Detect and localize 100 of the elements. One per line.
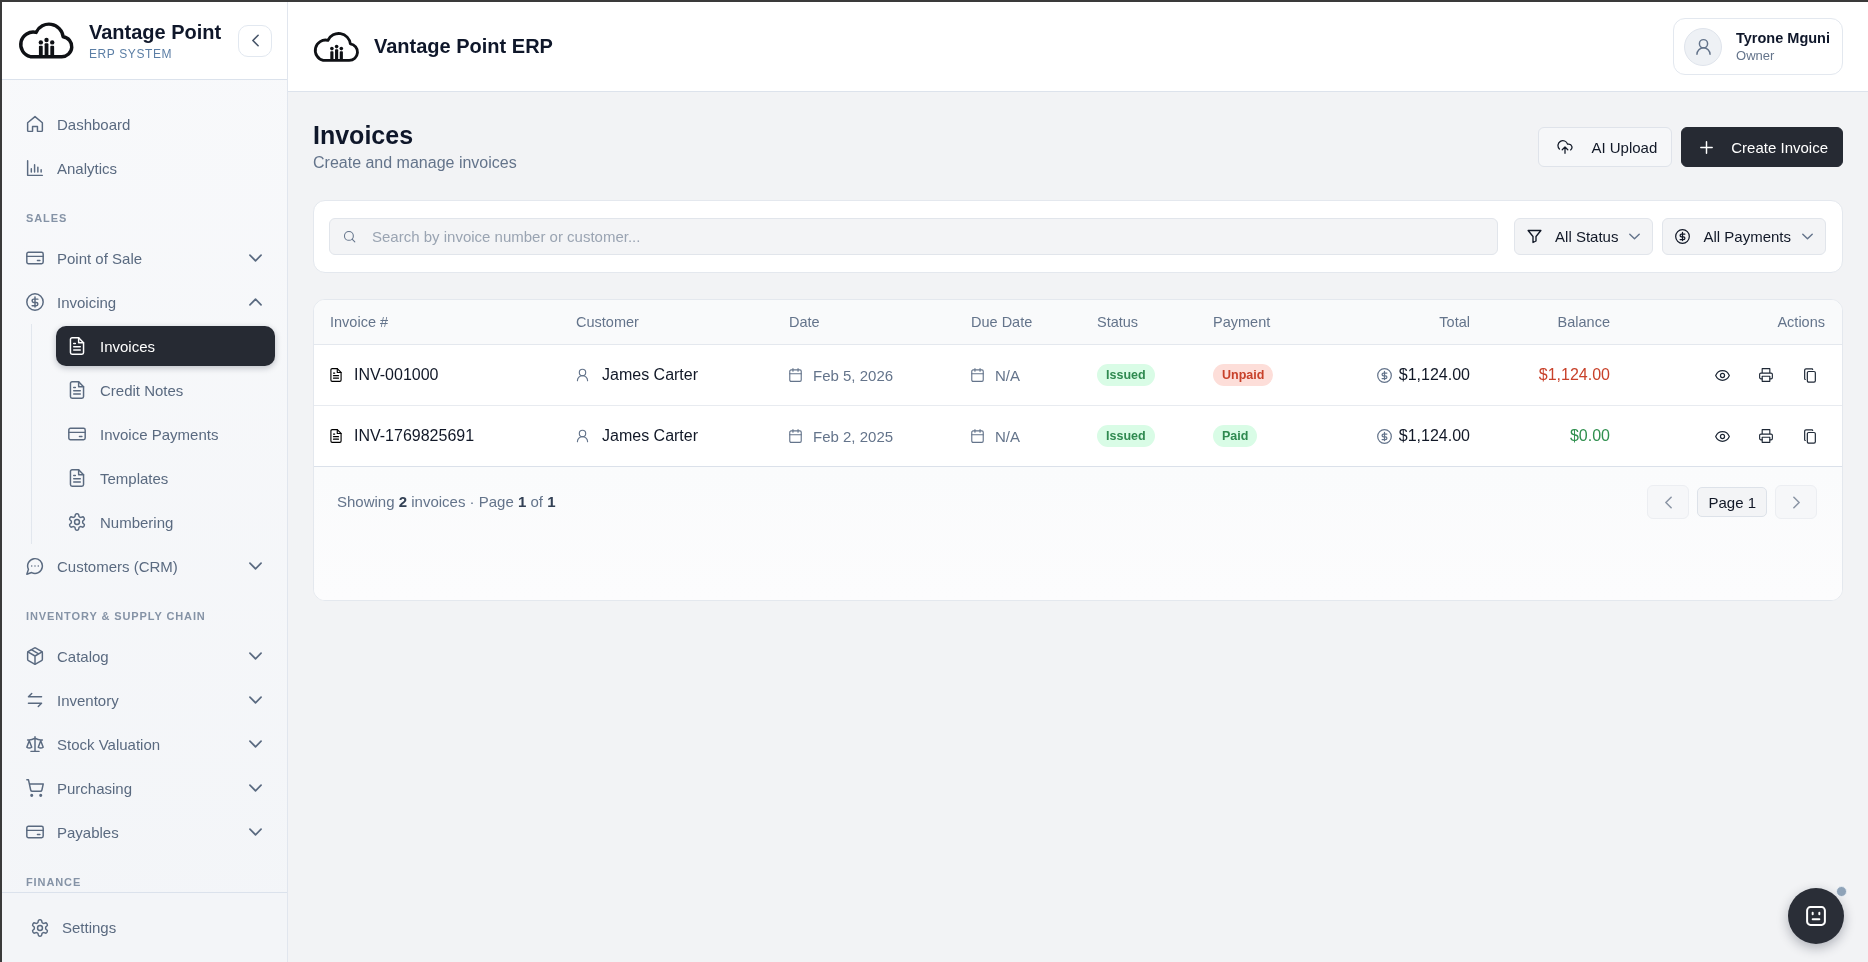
pagination-summary: Showing 2 invoices · Page 1 of 1	[337, 492, 556, 512]
column-header: Customer	[576, 314, 639, 330]
status-badge: Issued	[1097, 364, 1155, 386]
copy-icon	[1804, 367, 1816, 383]
cloud-logo-icon	[18, 21, 76, 60]
nav-item[interactable]: Dashboard	[2, 102, 287, 146]
balance-amount: $0.00	[1569, 427, 1610, 445]
nav-item[interactable]: Analytics	[2, 146, 287, 190]
credit-card-icon	[26, 249, 44, 267]
copy-icon	[1804, 428, 1816, 444]
document-icon	[330, 368, 342, 382]
cloud-upload-icon	[1557, 140, 1574, 154]
gear-icon	[68, 513, 86, 531]
user-icon	[576, 429, 589, 443]
dollar-circle-icon	[1376, 428, 1392, 444]
calendar-icon	[789, 429, 802, 443]
cloud-logo-icon	[313, 30, 361, 63]
nav-subitem[interactable]: Templates	[56, 458, 275, 498]
user-role: Owner	[1736, 48, 1776, 64]
nav-subitem[interactable]: Credit Notes	[56, 370, 275, 410]
balance-amount: $1,124.00	[1538, 366, 1610, 384]
column-header: Balance	[1557, 314, 1610, 330]
column-header: Invoice #	[330, 314, 389, 330]
nav-item[interactable]: Catalog	[2, 634, 287, 678]
invoice-number: INV-001000	[354, 366, 439, 384]
dollar-circle-icon	[26, 293, 44, 311]
section-label: FINANCE	[26, 876, 82, 888]
home-icon	[26, 115, 44, 133]
nav-item[interactable]: Point of Sale	[2, 236, 287, 280]
plus-icon	[1700, 140, 1714, 154]
nav-subitem[interactable]: Numbering	[56, 502, 275, 542]
section-label: SALES	[26, 212, 68, 224]
printer-icon	[1759, 429, 1773, 443]
document-icon	[68, 469, 86, 487]
chevron-right-icon	[1792, 495, 1800, 509]
primary-button[interactable]: Create Invoice	[1681, 127, 1843, 167]
chat-bubble-icon	[26, 557, 44, 575]
status-badge: Issued	[1097, 425, 1155, 447]
user-profile-card[interactable]: Tyrone Mguni Owner	[1673, 18, 1843, 75]
nav-item[interactable]: Purchasing	[2, 766, 287, 810]
invoice-date: Feb 5, 2026	[813, 366, 894, 384]
column-header: Total	[1439, 314, 1470, 330]
credit-card-icon	[68, 425, 86, 443]
user-icon	[576, 368, 589, 382]
page-subtitle: Create and manage invoices	[313, 153, 517, 173]
brand-subtitle: ERP SYSTEM	[89, 45, 174, 62]
page-indicator: Page 1	[1697, 487, 1767, 517]
document-icon	[330, 429, 342, 443]
chevron-left-icon	[251, 34, 259, 47]
column-header: Status	[1097, 314, 1139, 330]
bar-chart-icon	[26, 159, 44, 177]
eye-icon	[1714, 430, 1730, 442]
nav-item[interactable]: Invoicing	[2, 280, 287, 324]
document-icon	[68, 381, 86, 399]
payment-badge: Paid	[1213, 425, 1258, 447]
user-name: Tyrone Mguni	[1736, 29, 1830, 47]
app-title: Vantage Point ERP	[374, 35, 553, 58]
invoice-date: Feb 2, 2025	[813, 427, 894, 445]
document-icon	[68, 337, 86, 355]
due-date: N/A	[995, 366, 1020, 384]
search-field[interactable]: Search by invoice number or customer...	[329, 218, 1499, 255]
column-header: Actions	[1777, 314, 1825, 330]
due-date: N/A	[995, 427, 1020, 445]
nav-item[interactable]: Payables	[2, 810, 287, 854]
customer-name: James Carter	[602, 427, 699, 445]
nav-subitem[interactable]: Invoices	[56, 326, 275, 366]
nav-item[interactable]: Stock Valuation	[2, 722, 287, 766]
nav-item[interactable]: Customers (CRM)	[2, 544, 287, 588]
calendar-icon	[971, 429, 984, 443]
filter-dropdown[interactable]: All Payments	[1662, 218, 1826, 255]
payment-badge: Unpaid	[1213, 364, 1274, 386]
dollar-circle-icon	[1376, 367, 1392, 383]
funnel-icon	[1527, 229, 1543, 244]
invoice-number: INV-1769825691	[354, 427, 475, 445]
total-amount: $1,124.00	[1398, 427, 1470, 445]
box-icon	[26, 647, 44, 665]
chevron-down-icon	[1802, 233, 1813, 240]
printer-icon	[1759, 368, 1773, 382]
filter-dropdown[interactable]: All Status	[1514, 218, 1654, 255]
page-title: Invoices	[313, 120, 415, 150]
nav-item[interactable]: Settings	[31, 907, 131, 948]
chevron-left-icon	[1664, 495, 1672, 509]
column-header: Date	[789, 314, 820, 330]
robot-icon	[1806, 906, 1826, 926]
total-amount: $1,124.00	[1398, 366, 1470, 384]
cart-icon	[26, 779, 44, 797]
nav-item[interactable]: Inventory	[2, 678, 287, 722]
dollar-circle-icon	[1675, 229, 1691, 244]
chevron-down-icon	[1629, 233, 1641, 240]
scale-icon	[26, 735, 44, 753]
secondary-button[interactable]: AI Upload	[1538, 127, 1673, 167]
nav-subitem[interactable]: Invoice Payments	[56, 414, 275, 454]
calendar-icon	[789, 368, 802, 382]
calendar-icon	[971, 368, 984, 382]
eye-icon	[1714, 369, 1730, 381]
credit-card-icon	[26, 823, 44, 841]
customer-name: James Carter	[602, 366, 699, 384]
avatar-icon	[1684, 27, 1722, 66]
section-label: INVENTORY & SUPPLY CHAIN	[26, 610, 206, 622]
arrows-icon	[26, 691, 44, 709]
